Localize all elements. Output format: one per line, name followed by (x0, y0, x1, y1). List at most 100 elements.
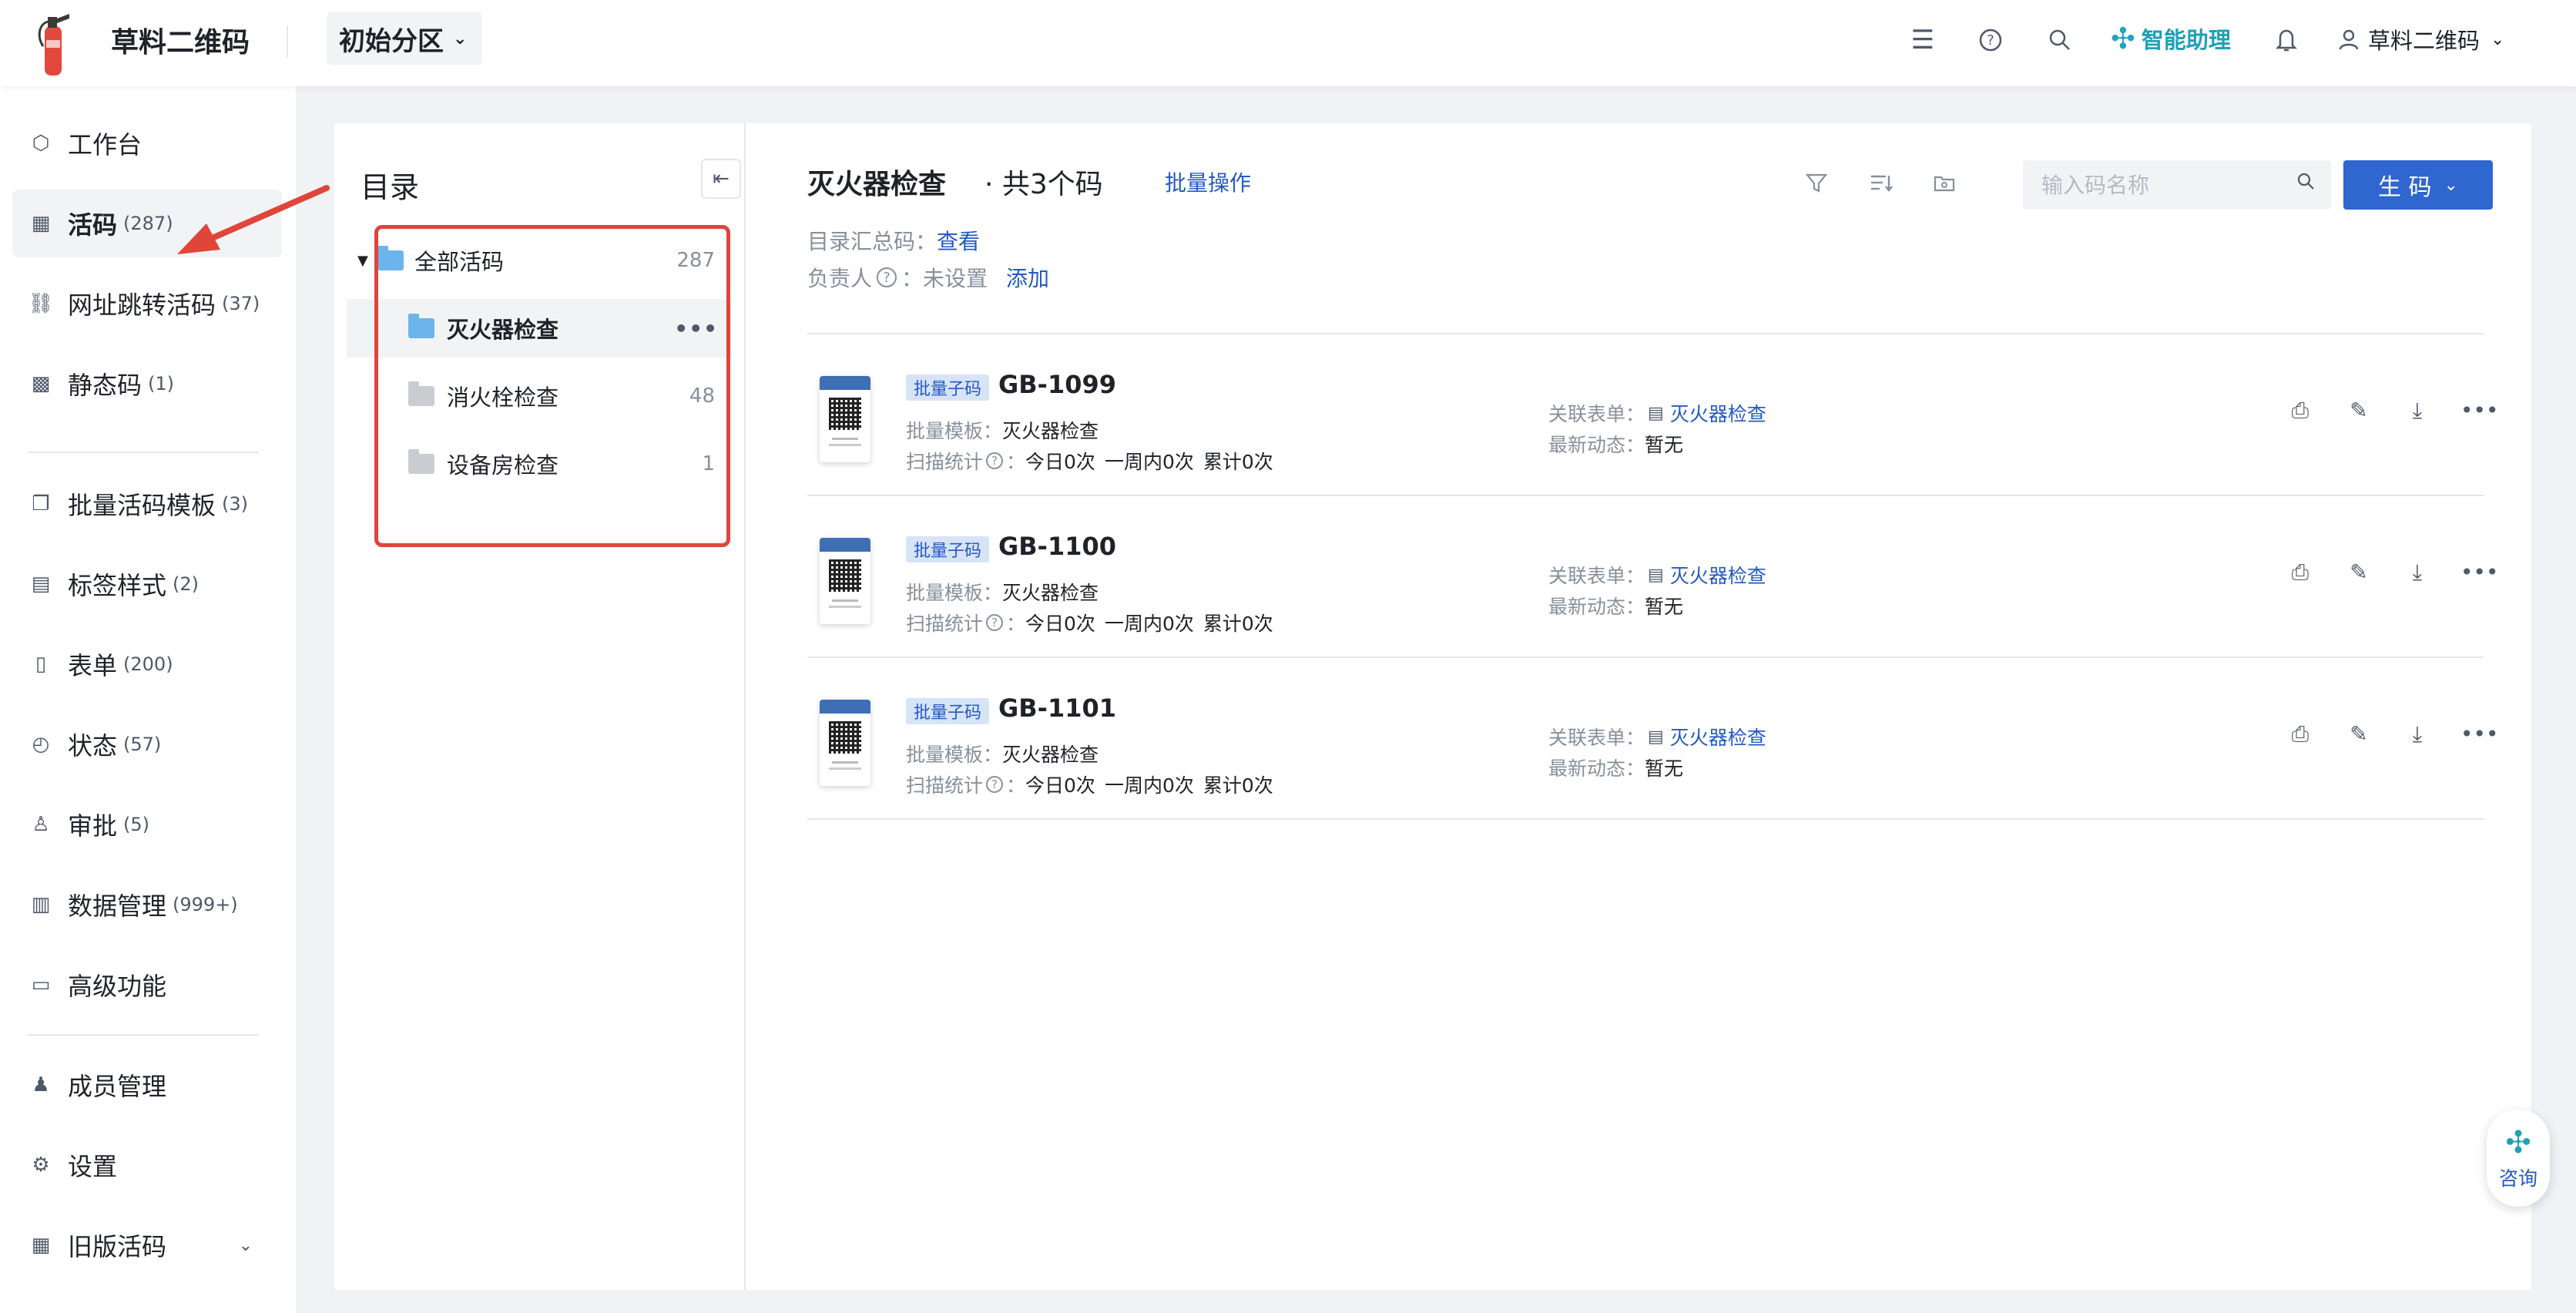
more-icon[interactable]: ••• (2460, 398, 2499, 423)
code-row[interactable]: 批量子码 GB-1101 批量模板：灭火器检查 扫描统计?： 今日0次 一周内0次… (807, 658, 2499, 820)
batch-child-tag: 批量子码 (906, 536, 990, 562)
batch-operation-link[interactable]: 批量操作 (1165, 166, 1251, 197)
sidebar-divider (28, 452, 259, 453)
generate-label: 生 码 (2378, 174, 2432, 201)
chevron-down-icon: ⌄ (2444, 175, 2458, 195)
help-icon[interactable]: ? (986, 776, 1004, 793)
sidebar-item-batch-template[interactable]: ❐ 批量活码模板 (3) (12, 470, 282, 538)
search-icon[interactable] (2043, 23, 2077, 57)
summary-code-label: 目录汇总码： (807, 229, 937, 254)
bell-icon[interactable] (2269, 23, 2303, 57)
sidebar-item-label: 静态码 (68, 371, 143, 400)
related-form-link[interactable]: 灭火器检查 (1670, 399, 1766, 427)
code-name[interactable]: GB-1101 (998, 693, 1116, 723)
view-summary-link[interactable]: 查看 (937, 225, 980, 256)
sidebar-item-approval[interactable]: ♙ 审批 (5) (12, 791, 282, 858)
template-info: 批量模板：灭火器检查 (906, 582, 1099, 604)
sidebar-item-settings[interactable]: ⚙ 设置 (12, 1131, 282, 1199)
preview-icon[interactable]: ⎙ (2285, 559, 2316, 586)
related-form: 关联表单： ▤ 灭火器检查 (1548, 723, 1766, 751)
sidebar-item-legacy-code[interactable]: ▦ 旧版活码 ⌄ (12, 1211, 282, 1279)
sidebar-item-count: (200) (123, 653, 173, 675)
sidebar-item-label-style[interactable]: ▤ 标签样式 (2) (12, 550, 282, 618)
preview-icon[interactable]: ⎙ (2285, 398, 2316, 424)
sidebar-item-data-management[interactable]: ▥ 数据管理 (999+) (12, 871, 282, 939)
sidebar-item-advanced[interactable]: ▭ 高级功能 (12, 951, 282, 1019)
owner-value: ：未设置 (901, 266, 988, 291)
download-icon[interactable]: ⤓ (2402, 721, 2433, 747)
sidebar-item-count: (5) (123, 814, 150, 835)
main-card: 目录 ⇤ ▼ 全部活码 287 灭火器检查 ••• 消火栓检查 48 设备房检查… (334, 123, 2531, 1290)
sidebar-item-count: (57) (123, 734, 162, 755)
document-icon: ▤ (1648, 565, 1664, 585)
edit-icon[interactable]: ✎ (2343, 721, 2374, 747)
preview-icon[interactable]: ⎙ (2285, 721, 2316, 747)
fire-extinguisher-logo-icon[interactable] (34, 6, 74, 80)
sidebar-item-label: 数据管理 (68, 892, 167, 921)
partition-selector[interactable]: 初始分区 ⌄ (327, 12, 483, 65)
sidebar-item-members[interactable]: ♟ 成员管理 (12, 1051, 282, 1119)
directory-panel: 目录 ⇤ ▼ 全部活码 287 灭火器检查 ••• 消火栓检查 48 设备房检查… (334, 123, 746, 1290)
sort-icon[interactable] (1866, 171, 1897, 200)
qr-thumbnail[interactable] (820, 376, 870, 462)
sidebar-item-status[interactable]: ◴ 状态 (57) (12, 710, 282, 778)
help-icon[interactable]: ? (1974, 23, 2007, 57)
partition-label: 初始分区 (339, 25, 444, 57)
code-name[interactable]: GB-1100 (998, 532, 1116, 561)
download-icon[interactable]: ⤓ (2402, 398, 2433, 424)
sidebar-item-count: (999+) (173, 894, 238, 915)
header-divider (287, 26, 288, 57)
consult-button[interactable]: ✣ 咨询 (2487, 1110, 2550, 1207)
directory-title: 目录 (361, 170, 420, 204)
related-form-link[interactable]: 灭火器检查 (1670, 561, 1766, 589)
sidebar-item-count: (2) (173, 573, 200, 595)
user-name: 草料二维码 (2368, 28, 2480, 54)
generate-code-button[interactable]: 生 码 ⌄ (2343, 160, 2493, 210)
edit-icon[interactable]: ✎ (2343, 559, 2374, 585)
more-icon[interactable]: ••• (2460, 721, 2499, 747)
sidebar-item-workbench[interactable]: ⬡ 工作台 (12, 109, 282, 177)
download-icon[interactable]: ⤓ (2402, 559, 2433, 586)
grid-icon: ▦ (31, 1234, 51, 1257)
collapse-panel-button[interactable]: ⇤ (701, 159, 741, 199)
help-icon[interactable]: ? (877, 267, 897, 287)
code-row[interactable]: 批量子码 GB-1100 批量模板：灭火器检查 扫描统计?： 今日0次 一周内0次… (807, 496, 2499, 658)
filter-icon[interactable] (1801, 171, 1832, 200)
sidebar-item-label: 标签样式 (68, 571, 167, 600)
add-owner-link[interactable]: 添加 (1006, 262, 1049, 293)
qr-thumbnail[interactable] (820, 700, 870, 786)
sidebar-item-url-redirect[interactable]: ⛓ 网址跳转活码 (37) (12, 270, 282, 337)
sidebar-item-count: (287) (123, 213, 173, 234)
sidebar-item-label: 设置 (68, 1152, 118, 1181)
menu-icon[interactable]: ☰ (1906, 23, 1940, 57)
sidebar-item-label: 表单 (68, 651, 118, 680)
sidebar-item-static-code[interactable]: ▩ 静态码 (1) (12, 350, 282, 418)
link-icon: ⛓ (28, 292, 54, 315)
bar-chart-icon: ▥ (31, 893, 51, 916)
help-icon[interactable]: ? (986, 452, 1004, 469)
edit-icon[interactable]: ✎ (2343, 398, 2374, 423)
chevron-down-icon: ⌄ (2490, 29, 2505, 49)
help-icon[interactable]: ? (986, 614, 1004, 631)
scan-stats: 扫描统计?： 今日0次 一周内0次 累计0次 (906, 774, 1273, 797)
qr-thumbnail[interactable] (820, 538, 870, 624)
code-row[interactable]: 批量子码 GB-1099 批量模板：灭火器检查 扫描统计?： 今日0次 一周内0次… (807, 334, 2499, 496)
cube-icon: ⬡ (32, 132, 50, 155)
user-menu[interactable]: 草料二维码 ⌄ (2337, 23, 2504, 55)
more-icon[interactable]: ••• (2460, 559, 2499, 585)
smart-assistant-button[interactable]: ✣ 智能助理 (2111, 22, 2231, 55)
code-search-input[interactable] (2023, 160, 2285, 210)
search-icon[interactable] (2296, 171, 2316, 196)
folder-settings-icon[interactable] (1929, 171, 1960, 200)
caret-down-icon: ▼ (357, 252, 368, 269)
latest-activity: 最新动态：暂无 (1548, 434, 1684, 456)
sidebar-item-label: 状态 (68, 731, 118, 761)
code-search-box (2023, 160, 2331, 210)
sidebar-item-form[interactable]: ▯ 表单 (200) (12, 630, 282, 698)
code-name[interactable]: GB-1099 (998, 370, 1116, 399)
briefcase-icon: ▭ (31, 973, 51, 996)
sidebar-item-count: (3) (222, 493, 249, 515)
related-form-link[interactable]: 灭火器检查 (1670, 723, 1766, 751)
sidebar-item-live-code[interactable]: ▦ 活码 (287) (12, 190, 282, 257)
owner-row: 负责人 ? ：未设置 添加 (807, 262, 1049, 293)
